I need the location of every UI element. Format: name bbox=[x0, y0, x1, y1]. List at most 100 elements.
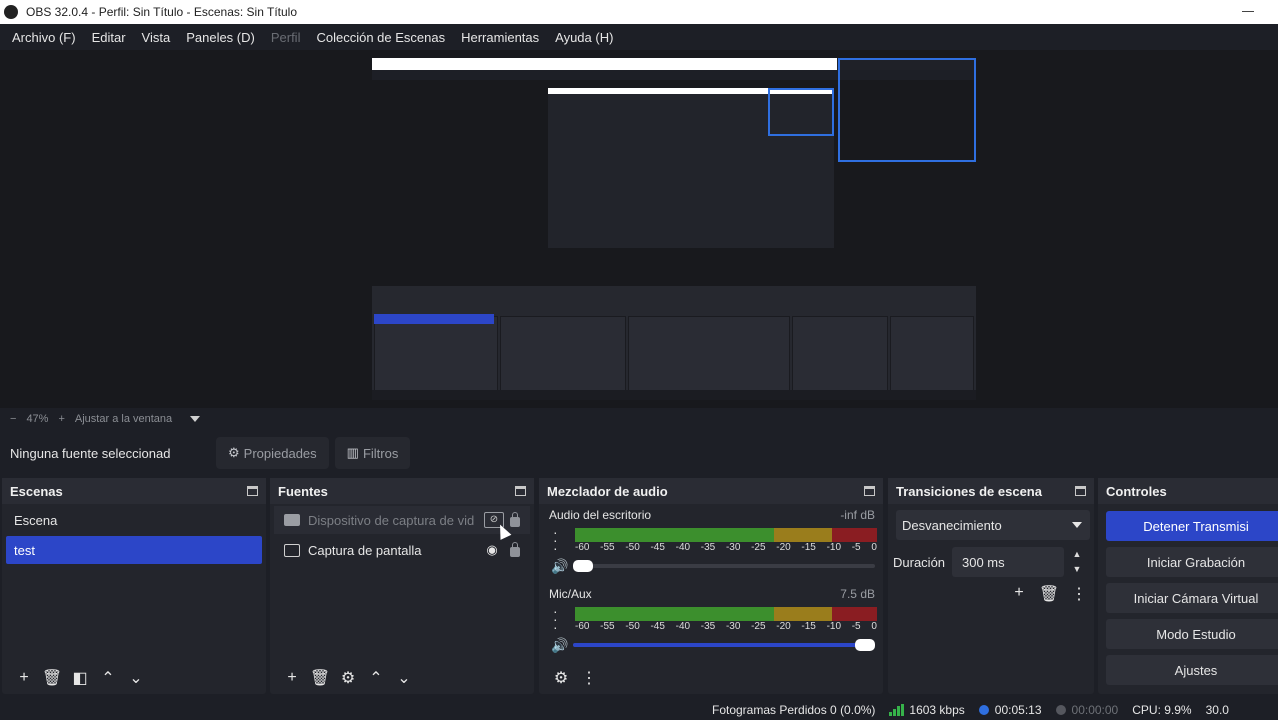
meter-ticks: -60 -55 -50 -45 -40 -35 -30 -25 -20 -15 -10 -5 0 bbox=[575, 621, 877, 632]
menu-vista[interactable]: Vista bbox=[134, 30, 179, 45]
menu-ayuda[interactable]: Ayuda (H) bbox=[547, 30, 621, 45]
duration-spinner-icon[interactable]: ▲ ▼ bbox=[1068, 547, 1086, 577]
nested-titlebar bbox=[372, 58, 837, 70]
scene-item-escena[interactable]: Escena bbox=[6, 506, 262, 534]
mixer-header: Mezclador de audio bbox=[539, 478, 883, 504]
undock-icon[interactable] bbox=[247, 486, 258, 496]
meter-tick-label: -60 bbox=[575, 621, 590, 632]
meter-tick-label: -20 bbox=[776, 621, 791, 632]
meter-tick-label: -30 bbox=[725, 542, 741, 553]
sources-dock: Fuentes Dispositivo de captura de vid ⊘ … bbox=[270, 478, 534, 694]
start-virtual-camera-button[interactable]: Iniciar Cámara Virtual bbox=[1106, 583, 1278, 613]
speaker-icon[interactable]: 🔊 bbox=[551, 558, 568, 575]
zoom-in-button[interactable]: + bbox=[58, 413, 64, 425]
move-down-icon[interactable]: ⌄ bbox=[122, 668, 150, 688]
undock-icon[interactable] bbox=[515, 486, 526, 496]
meter-ticks: -60 -55 -50 -45 -40 -35 -30 -25 -20 -15 -10 -5 0 bbox=[575, 542, 877, 553]
nested-selected-scene bbox=[374, 314, 494, 324]
undock-icon[interactable] bbox=[1075, 486, 1086, 496]
menu-herramientas[interactable]: Herramientas bbox=[453, 30, 547, 45]
add-source-icon[interactable]: + bbox=[278, 669, 306, 687]
dropped-frames: Fotogramas Perdidos 0 (0.0%) bbox=[712, 703, 876, 717]
source-settings-icon[interactable]: ⚙ bbox=[334, 668, 362, 688]
meter-tick-label: -45 bbox=[650, 621, 665, 632]
window-title: OBS 32.0.4 - Perfil: Sin Título - Escena… bbox=[26, 5, 298, 19]
stream-time: 00:05:13 bbox=[978, 703, 1042, 717]
chevron-down-icon bbox=[1072, 522, 1082, 528]
meter-tick-label: -15 bbox=[801, 621, 816, 632]
bitrate-value: 1603 kbps bbox=[909, 703, 965, 717]
add-transition-icon[interactable]: + bbox=[1004, 584, 1034, 604]
menu-editar[interactable]: Editar bbox=[84, 30, 134, 45]
mixer-toolbar: ⚙ ⋮ bbox=[539, 662, 883, 694]
volume-slider[interactable] bbox=[573, 639, 875, 651]
source-item-screen-capture[interactable]: Captura de pantalla ◉ bbox=[274, 536, 530, 564]
minimize-icon[interactable] bbox=[1242, 4, 1256, 18]
obs-logo-icon bbox=[4, 5, 18, 19]
nested-highlight-box bbox=[838, 58, 976, 162]
move-down-icon[interactable]: ⌄ bbox=[390, 668, 418, 688]
delete-source-icon[interactable]: 🗑 bbox=[306, 668, 334, 688]
zoom-dropdown-icon[interactable] bbox=[190, 416, 201, 422]
meter-tick-label: -30 bbox=[725, 621, 741, 632]
meter-tick-label: -10 bbox=[826, 621, 842, 632]
controls-title: Controles bbox=[1106, 483, 1167, 499]
filter-scene-icon[interactable]: ◧ bbox=[66, 668, 94, 688]
mixer-dock: Mezclador de audio Audio del escritorio … bbox=[539, 478, 883, 694]
gear-icon: ⚙ bbox=[228, 445, 240, 460]
filters-button[interactable]: ▥ Filtros bbox=[334, 437, 411, 469]
move-up-icon[interactable]: ⌃ bbox=[94, 668, 122, 688]
meter-tick-label: -15 bbox=[801, 542, 816, 553]
volume-meter bbox=[575, 607, 877, 621]
settings-button[interactable]: Ajustes bbox=[1106, 655, 1278, 685]
lock-icon[interactable] bbox=[510, 542, 520, 557]
eye-icon[interactable]: ◉ bbox=[484, 542, 500, 558]
status-bar: Fotogramas Perdidos 0 (0.0%) 1603 kbps 0… bbox=[0, 700, 1278, 720]
move-up-icon[interactable]: ⌃ bbox=[362, 668, 390, 688]
rec-indicator-icon bbox=[1055, 705, 1066, 715]
volume-slider[interactable] bbox=[573, 560, 875, 572]
stop-streaming-button[interactable]: Detener Transmisi bbox=[1106, 511, 1278, 541]
delete-transition-icon[interactable]: 🗑 bbox=[1034, 584, 1064, 604]
menu-archivo[interactable]: Archivo (F) bbox=[4, 30, 84, 45]
transition-menu-icon[interactable]: ⋮ bbox=[1064, 584, 1094, 604]
meter-tick-label: -45 bbox=[650, 542, 665, 553]
meter-tick-label: -5 bbox=[851, 542, 861, 553]
add-scene-icon[interactable]: + bbox=[10, 669, 38, 687]
menu-paneles[interactable]: Paneles (D) bbox=[178, 30, 263, 45]
properties-button[interactable]: ⚙ Propiedades bbox=[216, 437, 329, 469]
mixer-menu-icon[interactable]: ⋮ bbox=[575, 668, 603, 688]
channel-db: -inf dB bbox=[840, 508, 875, 522]
delete-scene-icon[interactable]: 🗑 bbox=[38, 668, 66, 688]
advanced-audio-icon[interactable]: ⚙ bbox=[547, 668, 575, 688]
zoom-fit-label[interactable]: Ajustar a la ventana bbox=[75, 413, 172, 425]
bitrate: 1603 kbps bbox=[889, 703, 965, 717]
rec-time-value: 00:00:00 bbox=[1071, 703, 1119, 717]
channel-menu-icon[interactable]: · · · bbox=[553, 525, 558, 555]
transition-select[interactable]: Desvanecimiento bbox=[896, 510, 1090, 540]
speaker-icon[interactable]: 🔊 bbox=[551, 637, 568, 654]
channel-menu-icon[interactable]: · · · bbox=[553, 604, 558, 634]
no-source-label: Ninguna fuente seleccionad bbox=[10, 445, 171, 461]
fps: 30.0 bbox=[1205, 703, 1229, 717]
controls-header: Controles bbox=[1098, 478, 1278, 504]
source-item-video-capture[interactable]: Dispositivo de captura de vid ⊘ bbox=[274, 506, 530, 534]
lock-icon[interactable] bbox=[510, 512, 520, 527]
meter-tick-label: -55 bbox=[600, 542, 615, 553]
filter-icon: ▥ bbox=[346, 445, 359, 460]
menu-perfil[interactable]: Perfil bbox=[263, 30, 309, 45]
duration-field[interactable]: 300 ms bbox=[952, 547, 1064, 577]
meter-tick-label: -5 bbox=[851, 621, 861, 632]
transitions-title: Transiciones de escena bbox=[896, 483, 1042, 499]
rec-time: 00:00:00 bbox=[1055, 703, 1119, 717]
monitor-icon bbox=[284, 543, 300, 557]
obs-window: OBS 32.0.4 - Perfil: Sin Título - Escena… bbox=[0, 0, 1278, 720]
start-recording-button[interactable]: Iniciar Grabación bbox=[1106, 547, 1278, 577]
scene-item-test[interactable]: test bbox=[6, 536, 262, 564]
studio-mode-button[interactable]: Modo Estudio bbox=[1106, 619, 1278, 649]
menu-coleccion-escenas[interactable]: Colección de Escenas bbox=[308, 30, 453, 45]
undock-icon[interactable] bbox=[864, 486, 875, 496]
zoom-out-button[interactable]: − bbox=[10, 413, 16, 425]
scenes-toolbar: + 🗑 ◧ ⌃ ⌄ bbox=[2, 662, 266, 694]
cpu-usage: CPU: 9.9% bbox=[1132, 703, 1192, 717]
